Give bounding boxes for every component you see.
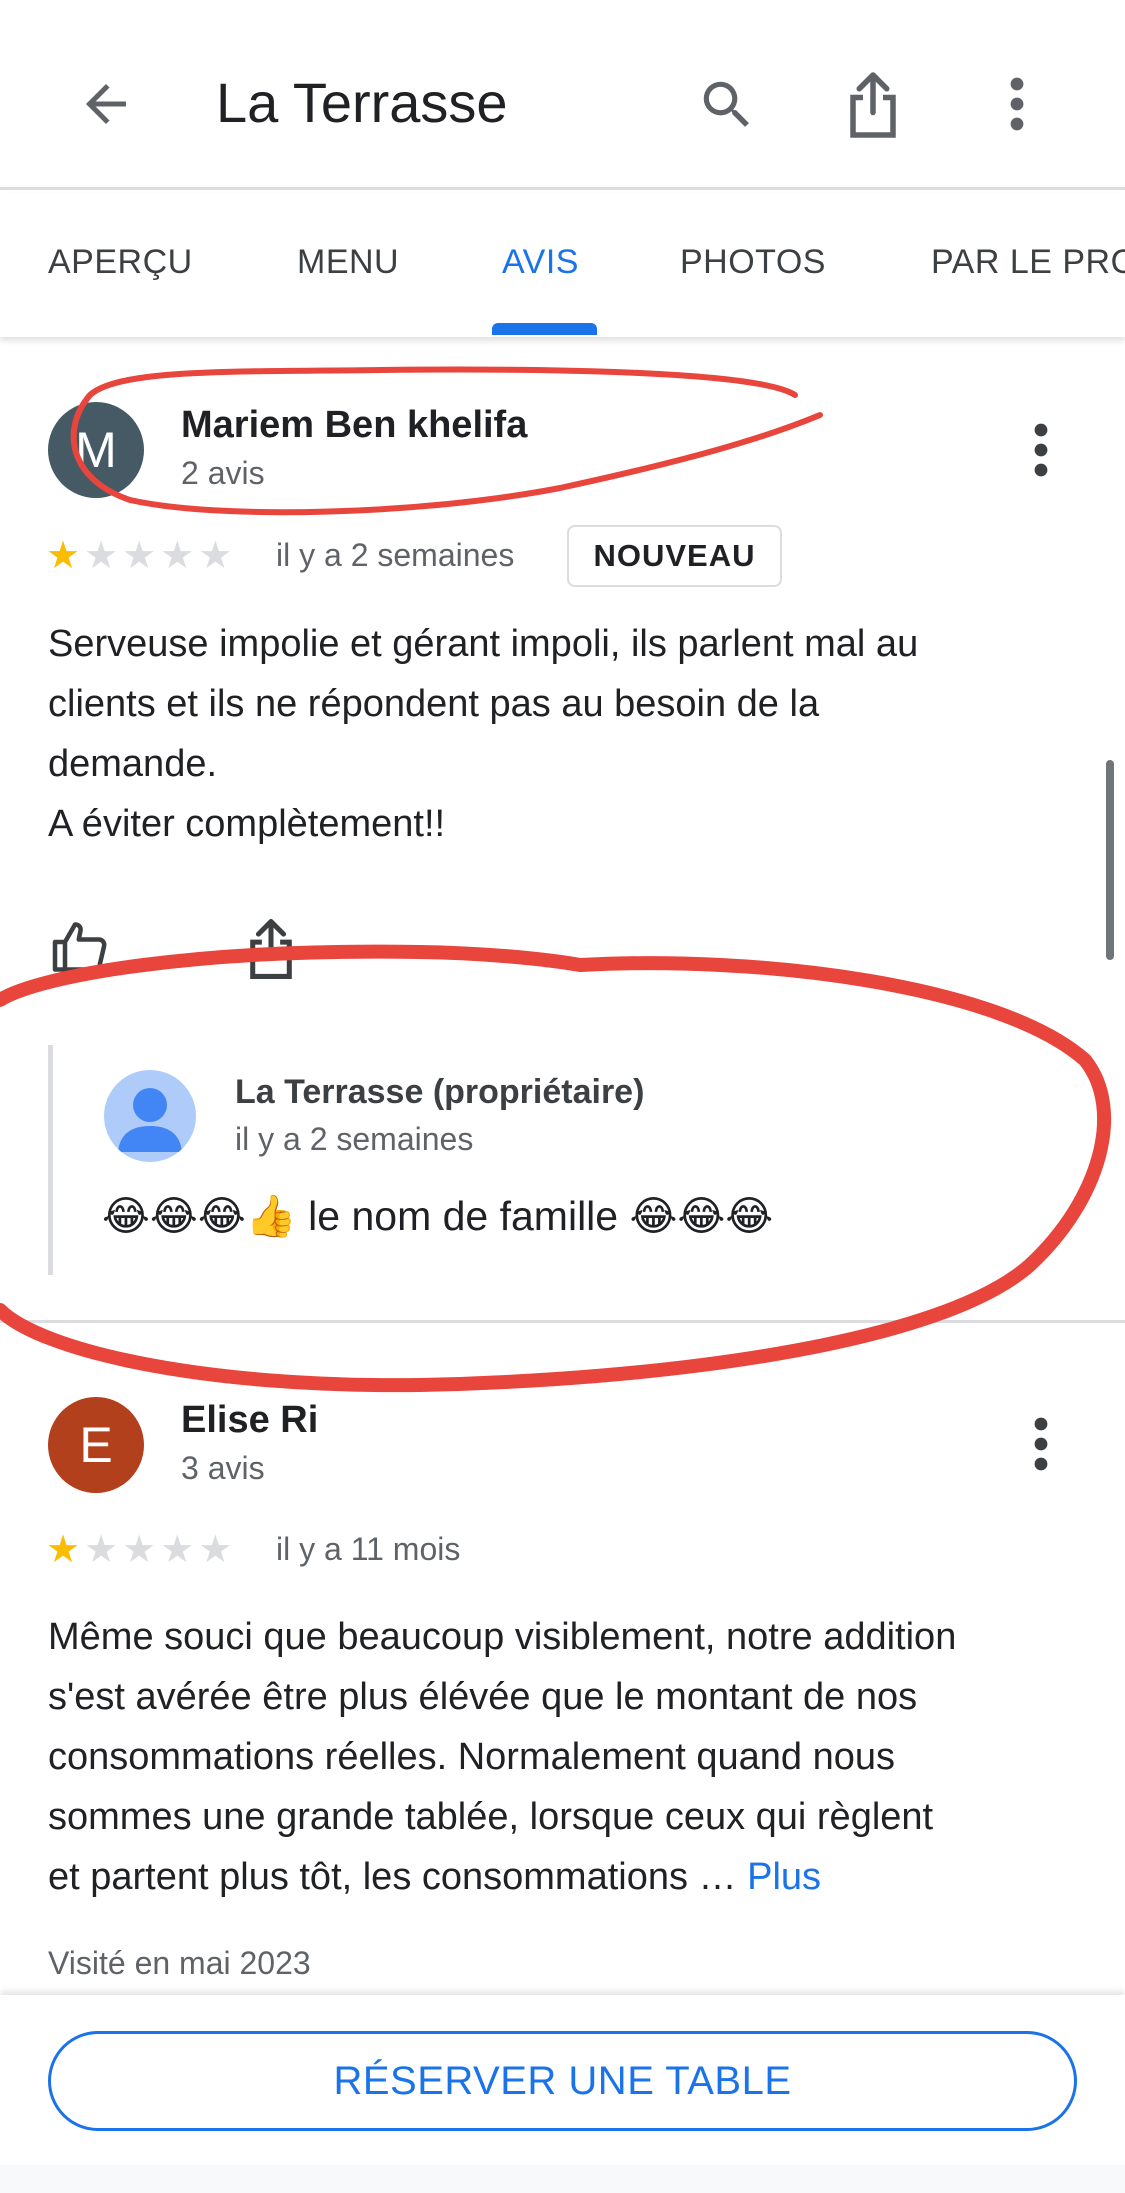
owner-reply-bar xyxy=(48,1045,53,1275)
star-icon: ★ xyxy=(46,1529,81,1571)
reviewer-review-count: 2 avis xyxy=(181,455,265,491)
reviewer-name[interactable]: Mariem Ben khelifa xyxy=(181,404,527,447)
person-icon xyxy=(118,1088,182,1152)
review-text: Même souci que beaucoup visiblement, not… xyxy=(48,1607,956,1907)
share-icon[interactable] xyxy=(842,70,904,140)
owner-name: La Terrasse (propriétaire) xyxy=(235,1073,645,1111)
tab-apercu[interactable]: APERÇU xyxy=(48,243,193,282)
star-icon: ★ xyxy=(160,1529,195,1571)
reviewer-review-count: 3 avis xyxy=(181,1450,265,1486)
page-title: La Terrasse xyxy=(216,71,508,134)
more-vert-icon[interactable] xyxy=(1026,1416,1056,1472)
star-icon: ★ xyxy=(122,535,157,577)
more-vert-icon[interactable] xyxy=(1026,422,1056,478)
tab-bar: APERÇU MENU AVIS PHOTOS PAR LE PRO xyxy=(0,193,1125,337)
thumb-up-icon[interactable] xyxy=(50,917,110,977)
review-date: il y a 11 mois xyxy=(276,1531,461,1567)
star-rating: ★ ★ ★ ★ ★ xyxy=(46,537,232,575)
reserve-table-button[interactable]: RÉSERVER UNE TABLE xyxy=(48,2031,1077,2131)
new-badge: NOUVEAU xyxy=(567,525,782,587)
star-icon: ★ xyxy=(46,535,81,577)
avatar[interactable]: M xyxy=(48,402,144,498)
active-tab-indicator xyxy=(492,323,597,335)
star-icon: ★ xyxy=(84,535,119,577)
more-link[interactable]: Plus xyxy=(747,1856,821,1898)
owner-reply-date: il y a 2 semaines xyxy=(235,1121,474,1157)
visited-date: Visité en mai 2023 xyxy=(48,1945,311,1981)
share-icon[interactable] xyxy=(243,917,299,981)
search-icon[interactable] xyxy=(696,74,758,136)
avatar[interactable]: E xyxy=(48,1397,144,1493)
star-icon: ★ xyxy=(198,1529,233,1571)
tab-par-le-pro[interactable]: PAR LE PRO xyxy=(931,243,1125,282)
app-bar: La Terrasse xyxy=(0,0,1125,190)
bottom-bar: RÉSERVER UNE TABLE xyxy=(0,1995,1125,2193)
review-text: Serveuse impolie et gérant impoli, ils p… xyxy=(48,623,919,845)
owner-reply-text: 😂😂😂👍 le nom de famille 😂😂😂 xyxy=(102,1193,774,1239)
star-icon: ★ xyxy=(198,535,233,577)
bottom-strip xyxy=(0,2165,1125,2193)
star-icon: ★ xyxy=(160,535,195,577)
star-icon: ★ xyxy=(84,1529,119,1571)
tab-menu[interactable]: MENU xyxy=(297,243,399,282)
reviewer-name[interactable]: Elise Ri xyxy=(181,1399,318,1442)
owner-avatar xyxy=(104,1070,196,1162)
tab-avis[interactable]: AVIS xyxy=(502,243,579,282)
more-vert-icon[interactable] xyxy=(1000,76,1034,132)
star-icon: ★ xyxy=(122,1529,157,1571)
arrow-back-icon[interactable] xyxy=(76,74,136,134)
divider xyxy=(0,1320,1125,1323)
star-rating: ★ ★ ★ ★ ★ xyxy=(46,1531,232,1569)
tab-photos[interactable]: PHOTOS xyxy=(680,243,826,282)
scrollbar[interactable] xyxy=(1106,760,1114,960)
review-date: il y a 2 semaines xyxy=(276,537,515,573)
